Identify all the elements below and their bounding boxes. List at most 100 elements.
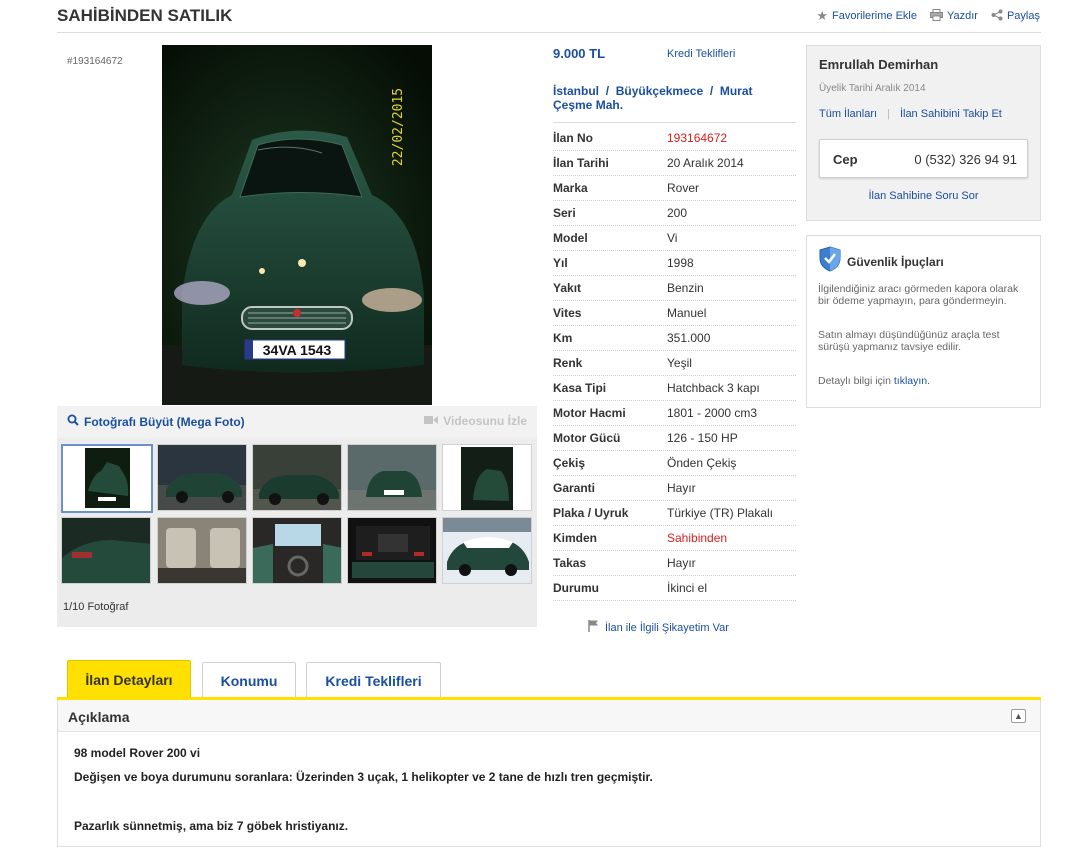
spec-label: Marka (553, 181, 588, 195)
spec-value: 351.000 (667, 331, 711, 345)
spec-row: Kimden Sahibinden (553, 526, 796, 551)
phone-box[interactable]: Cep 0 (532) 326 94 91 (819, 139, 1028, 178)
spec-row: Renk Yeşil (553, 351, 796, 376)
star-icon: ★ (816, 8, 829, 23)
spec-row: Model Vi (553, 226, 796, 251)
thumbnail-6[interactable] (61, 517, 151, 584)
spec-value: Vi (667, 231, 678, 245)
detail-tabs: İlan Detayları Konumu Kredi Teklifleri (57, 660, 1041, 700)
location-divider (553, 122, 796, 123)
description-panel: Açıklama ▲ 98 model Rover 200 vi Değişen… (57, 700, 1041, 847)
member-since: Üyelik Tarihi Aralık 2014 (819, 83, 926, 94)
thumbnail-image (253, 518, 341, 583)
printer-icon (929, 9, 943, 22)
safety-details-link[interactable]: tıklayın. (894, 375, 930, 387)
spec-value: Rover (667, 181, 700, 195)
thumbnail-image (158, 445, 246, 510)
spec-label: Garanti (553, 481, 596, 495)
spec-value: 193164672 (667, 131, 728, 145)
collapse-button[interactable]: ▲ (1011, 709, 1026, 723)
safety-tips-card: Güvenlik İpuçları İlgilendiğiniz aracı g… (806, 235, 1041, 408)
safety-tip-2: Satın almayı düşündüğünüz araçla test sü… (818, 329, 1000, 353)
spec-label: Çekiş (553, 456, 586, 470)
spec-label: İlan No (553, 131, 594, 145)
photo-toolbar: Fotoğrafı Büyüt (Mega Foto) Videosunu İz… (57, 406, 537, 438)
spec-row: Seri 200 (553, 201, 796, 226)
spec-row: Marka Rover (553, 176, 796, 201)
share-link[interactable]: Paylaş (991, 9, 1040, 22)
description-title: Açıklama (68, 709, 130, 725)
spec-label: Km (553, 331, 573, 345)
report-listing-link[interactable]: İlan ile İlgili Şikayetim Var (588, 620, 729, 635)
ask-seller-link[interactable]: İlan Sahibine Soru Sor (807, 190, 1040, 202)
spec-label: Kasa Tipi (553, 381, 607, 395)
spec-value: Manuel (667, 306, 707, 320)
car-photo-image: 34VA 1543 22/02/2015 (162, 45, 432, 405)
tab-credit-offers[interactable]: Kredi Teklifleri (306, 662, 441, 699)
add-favorites-link[interactable]: ★ Favorilerime Ekle (816, 9, 917, 22)
spec-value: 126 - 150 HP (667, 431, 738, 445)
spec-label: Renk (553, 356, 583, 370)
spec-label: Durumu (553, 581, 599, 595)
thumbnail-image (348, 518, 436, 583)
phone-number: 0 (532) 326 94 91 (914, 152, 1017, 167)
thumbnail-image (63, 446, 151, 511)
thumbnail-10[interactable] (442, 517, 532, 584)
follow-seller-link[interactable]: İlan Sahibini Takip Et (900, 108, 1002, 120)
thumbnail-9[interactable] (347, 517, 437, 584)
thumbnail-2[interactable] (157, 444, 247, 511)
location-district[interactable]: Büyükçekmece (616, 84, 703, 98)
spec-value: Yeşil (667, 356, 692, 370)
tab-listing-details[interactable]: İlan Detayları (67, 660, 191, 699)
spec-row: İlan Tarihi 20 Aralık 2014 (553, 151, 796, 176)
spec-label: İlan Tarihi (553, 156, 609, 170)
mega-foto-button[interactable]: Fotoğrafı Büyüt (Mega Foto) (67, 414, 245, 429)
thumbnail-3[interactable] (252, 444, 342, 511)
spec-value: Türkiye (TR) Plakalı (667, 506, 774, 520)
spec-label: Plaka / Uyruk (553, 506, 629, 520)
main-photo[interactable]: 34VA 1543 22/02/2015 (162, 45, 432, 405)
thumbnail-image (443, 518, 531, 583)
photo-counter: 1/10 Fotoğraf (63, 601, 129, 613)
spec-value: Önden Çekiş (667, 456, 737, 470)
thumbnail-grid: 1/10 Fotoğraf (57, 438, 537, 627)
location-city[interactable]: İstanbul (553, 84, 599, 98)
spec-value: 1998 (667, 256, 694, 270)
description-line: Pazarlık sünnetmiş, ama biz 7 göbek hris… (74, 819, 349, 833)
thumbnail-8[interactable] (252, 517, 342, 584)
thumbnail-5[interactable] (442, 444, 532, 511)
share-icon (991, 9, 1003, 22)
spec-label: Yıl (553, 256, 568, 270)
seller-links: Tüm İlanları | İlan Sahibini Takip Et (819, 108, 1002, 120)
watch-video-button[interactable]: Videosunu İzle (424, 414, 527, 428)
tab-location[interactable]: Konumu (202, 662, 296, 699)
spec-row: Km 351.000 (553, 326, 796, 351)
spec-label: Yakıt (553, 281, 582, 295)
phone-label: Cep (833, 152, 858, 167)
spec-value: 1801 - 2000 cm3 (667, 406, 758, 420)
description-line: Değişen ve boya durumunu soranlara: Üzer… (74, 770, 653, 784)
link-divider: | (887, 108, 890, 120)
photo-date-stamp: 22/02/2015 (391, 88, 406, 166)
thumbnail-image (158, 518, 246, 583)
spec-row: Çekiş Önden Çekiş (553, 451, 796, 476)
safety-title: Güvenlik İpuçları (847, 255, 944, 269)
thumbnail-image (443, 445, 531, 510)
video-camera-icon (424, 414, 439, 428)
spec-row: Plaka / Uyruk Türkiye (TR) Plakalı (553, 501, 796, 526)
page-title: SAHİBİNDEN SATILIK (57, 6, 233, 25)
title-divider (57, 32, 1041, 33)
credit-offers-link[interactable]: Kredi Teklifleri (667, 48, 735, 60)
spec-row: Durumu İkinci el (553, 576, 796, 601)
all-listings-link[interactable]: Tüm İlanları (819, 108, 877, 120)
thumbnail-image (253, 445, 341, 510)
spec-value: Hayır (667, 481, 696, 495)
listing-id: #193164672 (67, 56, 123, 67)
spec-label: Seri (553, 206, 576, 220)
spec-row: Yıl 1998 (553, 251, 796, 276)
print-link[interactable]: Yazdır (929, 9, 978, 22)
flag-icon (588, 620, 599, 635)
thumbnail-7[interactable] (157, 517, 247, 584)
thumbnail-4[interactable] (347, 444, 437, 511)
thumbnail-1[interactable] (61, 444, 153, 513)
